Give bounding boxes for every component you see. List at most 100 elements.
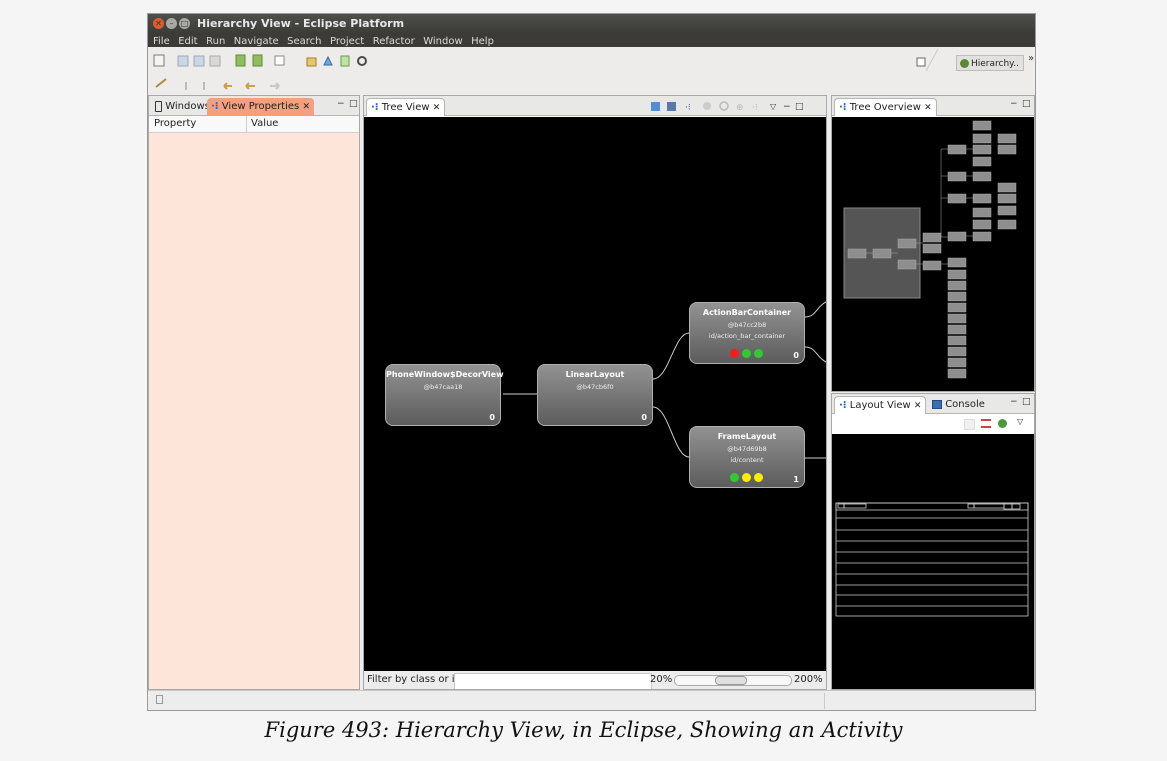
back-icon[interactable]: [245, 82, 255, 90]
node-id: @b47cb6f0: [576, 383, 614, 391]
invalidate-icon[interactable]: [703, 102, 711, 110]
zoom-min-label: 20%: [650, 674, 673, 685]
tab-console-label: Console: [945, 399, 985, 410]
tab-layout-view[interactable]: ·⁝ Layout View ✕: [834, 396, 927, 414]
android-sdk-icon[interactable]: [235, 54, 246, 67]
tree-node-frame-layout[interactable]: FrameLayout @b47d69b8 id/content 1: [689, 426, 805, 488]
save-icon[interactable]: [177, 55, 189, 67]
lint-icon[interactable]: [323, 55, 333, 66]
show-extras-icon[interactable]: [981, 419, 991, 428]
white-background-icon[interactable]: [964, 419, 975, 430]
android-avd-icon[interactable]: [252, 54, 263, 67]
tree-icon: ·⁝: [839, 400, 847, 411]
tab-layout-view-label: Layout View: [849, 400, 911, 411]
tab-close-icon[interactable]: ✕: [302, 102, 310, 112]
node-id: @b47caa18: [423, 383, 463, 391]
measure-status-dot: [730, 349, 739, 358]
tab-console[interactable]: Console: [928, 396, 989, 413]
console-icon: [932, 399, 942, 409]
last-edit-icon[interactable]: [223, 82, 232, 90]
tree-icon: ·⁝: [371, 102, 379, 113]
export-icon[interactable]: [340, 55, 350, 67]
tree-node-linear-layout[interactable]: LinearLayout @b47cb6f0 0: [537, 364, 653, 426]
minimize-button[interactable]: –: [166, 18, 177, 29]
search-icon[interactable]: [357, 56, 367, 66]
draw-status-dot: [754, 349, 763, 358]
tab-close-icon[interactable]: ✕: [433, 103, 441, 113]
tree-canvas[interactable]: PhoneWindow$DecorView @b47caa18 0 Linear…: [364, 117, 826, 671]
zoom-slider[interactable]: [674, 675, 792, 686]
checklist-icon[interactable]: [274, 55, 285, 66]
dump-displaylist-icon[interactable]: ⊕: [736, 103, 744, 113]
layout-view-panel: ·⁝ Layout View ✕ Console − □ ▽: [831, 393, 1035, 690]
tab-windows[interactable]: Windows: [151, 98, 214, 115]
maximize-icon[interactable]: □: [795, 102, 804, 112]
toolbar-icons: [153, 54, 367, 90]
perspective-label: Hierarchy..: [971, 59, 1019, 69]
save-png-icon[interactable]: [651, 102, 660, 111]
toolbar-overflow[interactable]: »: [1028, 53, 1034, 64]
draw-status-dot: [754, 473, 763, 482]
forward-icon[interactable]: [270, 82, 280, 90]
tree-overview-panel: ·⁝ Tree Overview ✕ − □: [831, 95, 1035, 392]
maximize-icon[interactable]: □: [1022, 397, 1031, 407]
request-layout-icon[interactable]: [719, 101, 729, 111]
left-tabbar: Windows ·⁝ View Properties ✕ − □: [149, 96, 359, 116]
overview-nodes: [847, 120, 1017, 379]
display-view-icon[interactable]: ·⁝: [752, 103, 758, 113]
wand-icon[interactable]: [155, 78, 167, 88]
capture-layers-icon[interactable]: [667, 102, 676, 111]
status-divider: [824, 693, 825, 709]
maximize-icon[interactable]: □: [349, 99, 358, 109]
close-button[interactable]: ✕: [153, 18, 164, 29]
tab-tree-overview[interactable]: ·⁝ Tree Overview ✕: [834, 98, 937, 116]
tree-node-action-bar-container[interactable]: ActionBarContainer @b47cc2b8 id/action_b…: [689, 302, 805, 364]
minimize-icon[interactable]: −: [1010, 397, 1018, 407]
load-all-views-icon[interactable]: [998, 419, 1007, 428]
tree-overview-tabbar: ·⁝ Tree Overview ✕ − □: [832, 96, 1034, 116]
perspective-hierarchy[interactable]: Hierarchy..: [956, 55, 1024, 71]
minimize-icon[interactable]: −: [1010, 99, 1018, 109]
column-value[interactable]: Value: [251, 116, 278, 132]
print-icon[interactable]: [209, 55, 221, 67]
tab-close-icon[interactable]: ✕: [924, 103, 932, 113]
overview-graph: [843, 120, 1017, 379]
node-name: ActionBarContainer: [702, 308, 792, 317]
filter-input[interactable]: [454, 673, 652, 689]
view-menu-icon[interactable]: ▽: [770, 102, 777, 111]
tab-view-properties[interactable]: ·⁝ View Properties ✕: [207, 98, 314, 115]
tab-close-icon[interactable]: ✕: [914, 401, 922, 411]
tab-tree-overview-label: Tree Overview: [849, 102, 921, 113]
main-toolbar: Hierarchy.. »: [148, 47, 1035, 95]
column-divider: [246, 116, 247, 132]
status-bar: [148, 690, 1035, 710]
load-all-views-icon[interactable]: ·⁝: [685, 103, 691, 113]
view-menu-icon[interactable]: ▽: [1017, 417, 1023, 426]
maximize-button[interactable]: □: [179, 18, 190, 29]
zoom-slider-thumb[interactable]: [715, 676, 747, 685]
tab-windows-label: Windows: [165, 101, 210, 112]
layout-status-dot: [742, 349, 751, 358]
node-count: 0: [641, 413, 647, 422]
save-all-icon[interactable]: [193, 55, 205, 67]
tab-tree-view[interactable]: ·⁝ Tree View ✕: [366, 98, 446, 116]
open-folder-icon[interactable]: [306, 57, 317, 67]
open-perspective-icon[interactable]: [916, 57, 926, 67]
layout-canvas[interactable]: [832, 434, 1034, 689]
minimize-icon[interactable]: −: [337, 99, 345, 109]
tree-view-actions: ·⁝ ⊕ ·⁝ ▽ − □: [651, 101, 804, 113]
minimize-icon[interactable]: −: [783, 102, 791, 112]
tree-icon: ·⁝: [211, 101, 219, 112]
maximize-icon[interactable]: □: [1022, 99, 1031, 109]
fast-view-icon[interactable]: [156, 695, 163, 704]
node-name: FrameLayout: [717, 432, 777, 441]
properties-table: Property Value: [149, 116, 359, 689]
new-icon[interactable]: [153, 54, 165, 67]
layout-wireframe: [835, 502, 1029, 617]
title-bar: ✕ – □ Hierarchy View - Eclipse Platform: [148, 14, 1035, 34]
column-property[interactable]: Property: [154, 116, 196, 132]
node-name: PhoneWindow$DecorView: [386, 370, 504, 379]
tree-node-decor-view[interactable]: PhoneWindow$DecorView @b47caa18 0: [385, 364, 504, 426]
node-count: 0: [793, 351, 799, 360]
overview-canvas[interactable]: [832, 117, 1034, 391]
